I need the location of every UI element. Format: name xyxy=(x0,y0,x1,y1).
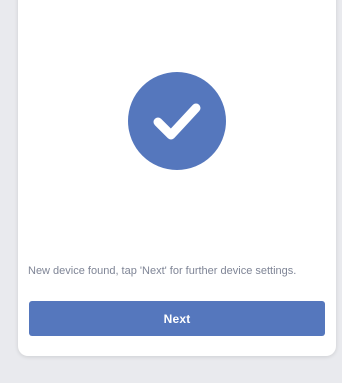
success-badge xyxy=(128,72,226,170)
checkmark-icon xyxy=(153,103,201,140)
next-button[interactable]: Next xyxy=(29,301,325,336)
device-found-message: New device found, tap 'Next' for further… xyxy=(28,265,297,277)
device-found-card: New device found, tap 'Next' for further… xyxy=(18,0,336,356)
